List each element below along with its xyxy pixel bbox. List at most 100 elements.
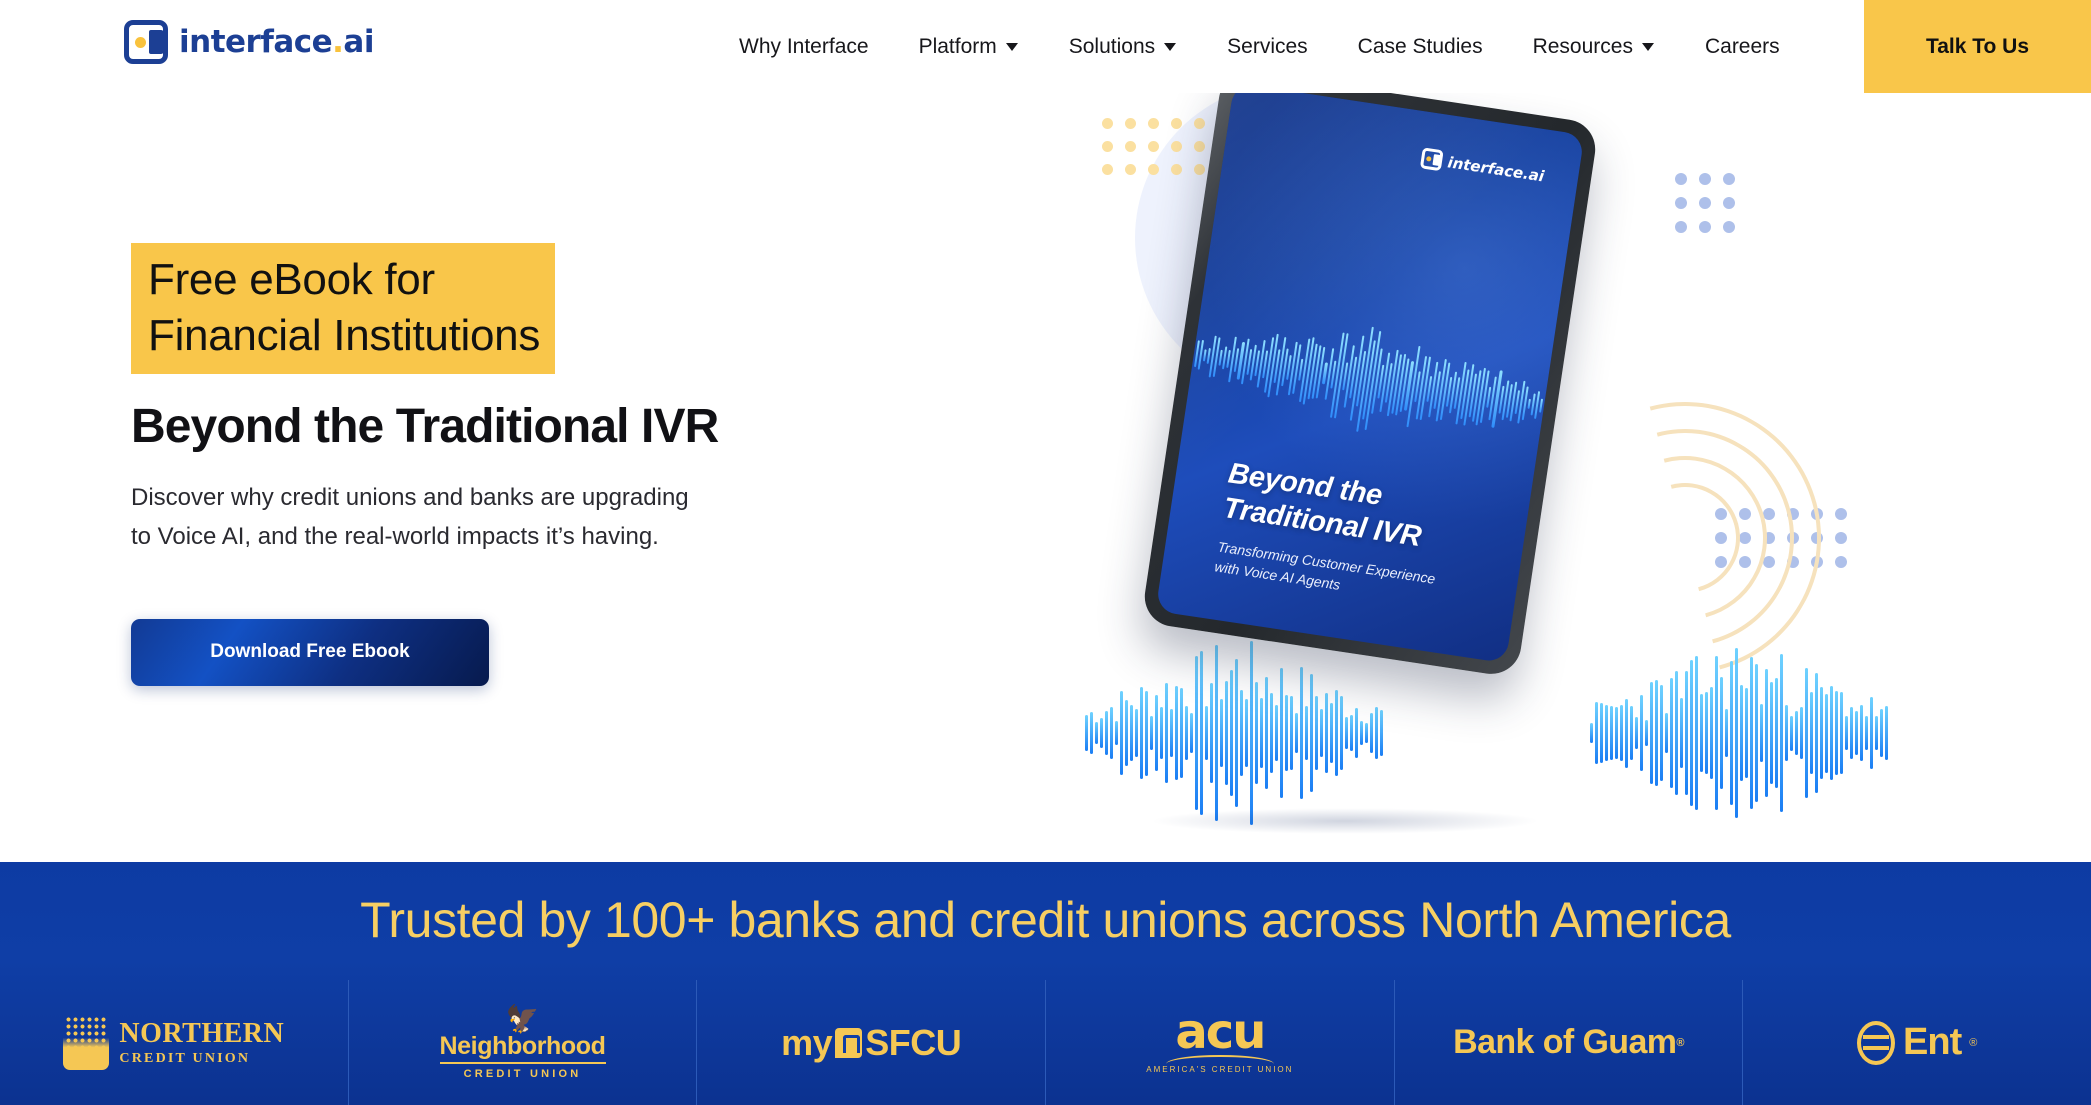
- decorative-dot: [1194, 164, 1205, 175]
- tablet-drop-shadow: [1150, 808, 1540, 834]
- waveform-bar: [1635, 716, 1638, 750]
- waveform-bar: [1870, 697, 1873, 769]
- download-free-ebook-button[interactable]: Download Free Ebook: [131, 618, 489, 686]
- waveform-bar: [1855, 710, 1858, 756]
- decorative-dot: [1723, 197, 1735, 209]
- waveform-bar: [1650, 682, 1653, 784]
- waveform-bar: [1115, 720, 1118, 746]
- nav-item-platform[interactable]: Platform: [894, 35, 1044, 59]
- nav-item-careers[interactable]: Careers: [1680, 35, 1805, 59]
- client-logo-ent: Ent ®: [1743, 980, 2091, 1105]
- neighborhood-name: Neighborhood: [439, 1033, 606, 1064]
- waveform-bar: [1200, 651, 1203, 815]
- decorative-dot: [1835, 508, 1847, 520]
- waveform-bar: [1770, 681, 1773, 785]
- nav-item-services[interactable]: Services: [1202, 35, 1333, 59]
- waveform-bar: [1135, 709, 1138, 757]
- waveform-bar: [1085, 714, 1088, 752]
- hero-illustration: interface.ai Beyond the Traditional IVR …: [1030, 93, 2091, 862]
- waveform-bar: [1670, 678, 1673, 788]
- waveform-bar: [1885, 706, 1888, 760]
- decorative-dot: [1102, 118, 1113, 129]
- waveform-bar: [1725, 708, 1728, 758]
- waveform-bar: [1805, 668, 1808, 798]
- waveform-bar: [1850, 706, 1853, 760]
- waveform-bar: [1305, 705, 1308, 761]
- decorative-dot: [1675, 197, 1687, 209]
- decorative-dot: [1102, 164, 1113, 175]
- ent-logo-icon: Ent ®: [1857, 1020, 1977, 1065]
- mysfcu-chip-icon: [835, 1027, 863, 1058]
- waveform-bar: [1750, 657, 1753, 809]
- waveform-bar: [1665, 713, 1668, 753]
- nav-item-why-interface[interactable]: Why Interface: [714, 35, 894, 59]
- decorative-dot: [1125, 164, 1136, 175]
- audio-waveform-left: [1085, 633, 1383, 833]
- nav-item-resources[interactable]: Resources: [1508, 35, 1680, 59]
- nav-item-case-studies[interactable]: Case Studies: [1333, 35, 1508, 59]
- interface-ai-logo-icon: [124, 20, 168, 64]
- waveform-bar: [1203, 349, 1207, 362]
- chevron-down-icon: [1164, 42, 1177, 51]
- waveform-bar: [1760, 703, 1763, 763]
- tablet-logo-mark: [1419, 147, 1444, 172]
- waveform-bar: [1795, 710, 1798, 756]
- decorative-dot: [1723, 221, 1735, 233]
- client-logo-northern-credit-union: NORTHERN CREDIT UNION: [0, 980, 349, 1105]
- decorative-dot: [1699, 197, 1711, 209]
- waveform-bar: [1340, 695, 1343, 771]
- client-logo-neighborhood-credit-union: 🦅 Neighborhood CREDIT UNION: [349, 980, 698, 1105]
- nav-label: Case Studies: [1357, 34, 1483, 58]
- ebook-cover-title: Beyond the Traditional IVR: [1221, 456, 1429, 555]
- waveform-bar: [1590, 723, 1593, 743]
- waveform-bar: [1527, 398, 1531, 410]
- waveform-bar: [1325, 692, 1328, 774]
- site-logo[interactable]: interface.ai: [124, 20, 374, 64]
- waveform-bar: [1775, 678, 1778, 788]
- waveform-bar: [1125, 699, 1128, 767]
- decorative-dot: [1699, 221, 1711, 233]
- waveform-bar: [1280, 668, 1283, 798]
- bank-of-guam-logo-icon: Bank of Guam ®: [1453, 1023, 1684, 1061]
- decorative-dot: [1171, 141, 1182, 152]
- waveform-bar: [1660, 685, 1663, 781]
- mysfcu-logo-icon: my SFCU: [781, 1022, 962, 1064]
- waveform-bar: [1730, 661, 1733, 805]
- waveform-bar: [1335, 689, 1338, 777]
- waveform-bar: [1160, 706, 1163, 760]
- waveform-bar: [1350, 714, 1353, 752]
- waveform-bar: [1105, 710, 1108, 756]
- waveform-bar: [1215, 645, 1218, 821]
- waveform-bar: [1275, 705, 1278, 761]
- northern-tagline: CREDIT UNION: [119, 1050, 251, 1066]
- nav-item-solutions[interactable]: Solutions: [1044, 35, 1202, 59]
- waveform-bar: [1605, 705, 1608, 761]
- waveform-bar: [1690, 659, 1693, 807]
- waveform-bar: [1815, 673, 1818, 793]
- decorative-dot: [1148, 141, 1159, 152]
- waveform-bar: [1225, 680, 1228, 786]
- waveform-bar: [1250, 641, 1253, 825]
- waveform-bar: [1330, 703, 1333, 763]
- hero-eyebrow-line1: Free eBook for: [148, 255, 435, 304]
- waveform-bar: [1735, 647, 1738, 819]
- ebook-cover-waveform: [1172, 297, 1566, 462]
- waveform-bar: [1185, 705, 1188, 761]
- audio-waveform-right: [1590, 633, 1888, 833]
- waveform-bar: [1090, 711, 1093, 755]
- waveform-bar: [1320, 708, 1323, 758]
- waveform-bar: [1370, 712, 1373, 754]
- waveform-bar: [1235, 658, 1238, 808]
- waveform-bar: [1740, 684, 1743, 782]
- waveform-bar: [1551, 400, 1556, 415]
- waveform-bar: [1825, 693, 1828, 773]
- waveform-bar: [1150, 716, 1153, 750]
- talk-to-us-button[interactable]: Talk To Us: [1864, 0, 2091, 93]
- waveform-bar: [1130, 705, 1133, 761]
- ent-mark-icon: [1857, 1020, 1896, 1065]
- client-logo-bank-of-guam: Bank of Guam ®: [1395, 980, 1744, 1105]
- waveform-bar: [1170, 709, 1173, 757]
- hero-copy: Free eBook for Financial Institutions Be…: [131, 243, 951, 686]
- waveform-bar: [1595, 702, 1598, 764]
- decorative-dot: [1699, 173, 1711, 185]
